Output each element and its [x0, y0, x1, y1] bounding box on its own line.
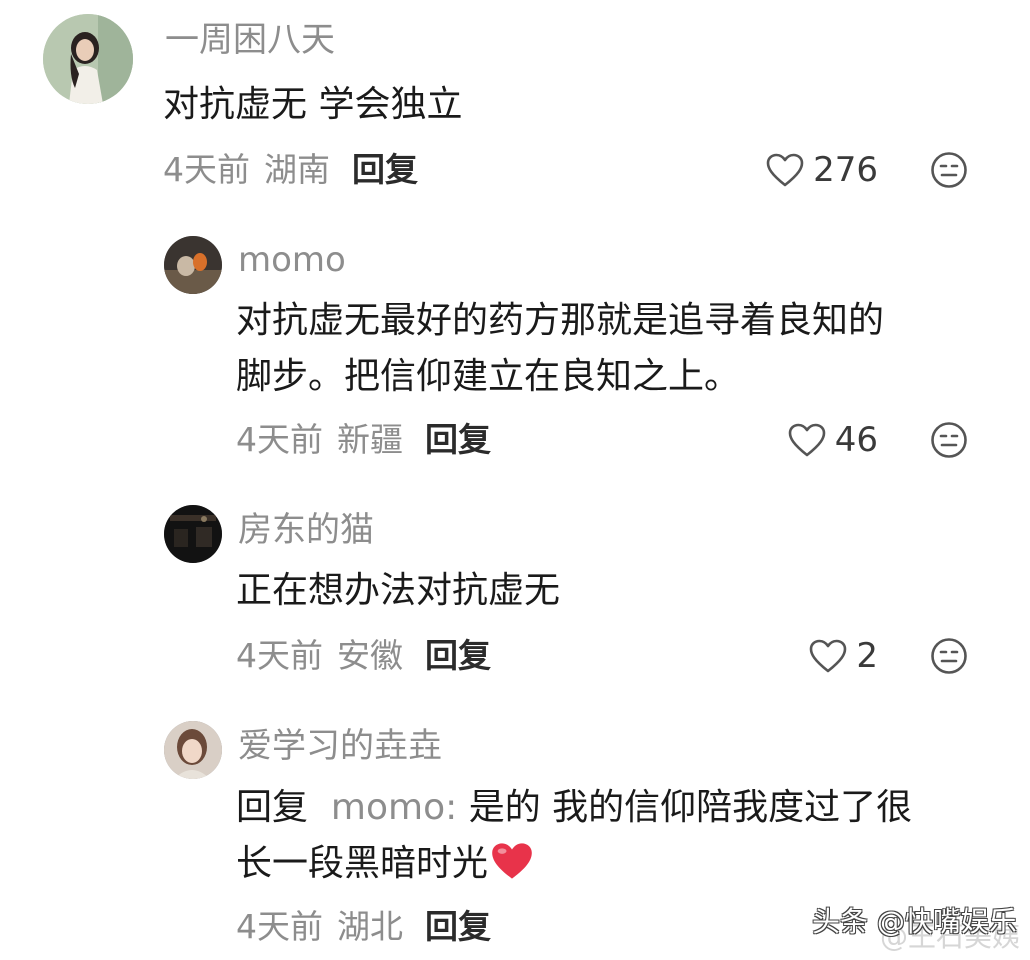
comment-text: 对抗虚无最好的药方那就是追寻着良知的 脚步。把信仰建立在良知之上。: [236, 293, 884, 405]
toutiao-watermark: 头条 @快嘴娱乐: [812, 905, 1017, 938]
meh-face-icon[interactable]: [930, 637, 968, 675]
like-count: 2: [856, 636, 878, 676]
location: 安徽: [337, 636, 403, 675]
avatar-image: [164, 505, 222, 563]
reply-to-username[interactable]: momo:: [331, 787, 457, 828]
location: 湖北: [337, 907, 403, 946]
comment-meta: 4天前 湖南 回复: [163, 150, 418, 190]
comment-text-segment: 长一段黑暗时光: [236, 843, 489, 884]
comment-text-line: 回复 momo: 是的 我的信仰陪我度过了很: [236, 780, 912, 836]
meh-face-icon[interactable]: [930, 151, 968, 189]
like-count: 276: [813, 150, 878, 190]
comment-text: 回复 momo: 是的 我的信仰陪我度过了很 长一段黑暗时光: [236, 780, 912, 892]
location: 湖南: [264, 150, 330, 189]
timestamp: 4天前: [236, 420, 323, 459]
heart-outline-icon: [766, 153, 804, 187]
comment-meta: 4天前 安徽 回复: [236, 636, 491, 676]
username[interactable]: 房东的猫: [238, 510, 374, 550]
comment-meta: 4天前 新疆 回复: [236, 420, 491, 460]
timestamp: 4天前: [236, 907, 323, 946]
comment-text-line: 对抗虚无 学会独立: [163, 84, 463, 125]
comment-text-line: 对抗虚无最好的药方那就是追寻着良知的: [236, 300, 885, 341]
like-button[interactable]: 46: [787, 420, 878, 460]
avatar-image: [164, 721, 222, 779]
reply-prefix: 回复: [236, 787, 309, 828]
comment-text: 对抗虚无 学会独立: [163, 77, 462, 133]
red-heart-emoji: [492, 843, 532, 879]
reply-button[interactable]: 回复: [425, 420, 491, 459]
heart-outline-icon: [810, 639, 847, 673]
avatar[interactable]: [164, 505, 222, 563]
comment-text-line: 长一段黑暗时光: [236, 836, 912, 892]
meh-face-icon[interactable]: [930, 421, 968, 459]
heart-outline-icon: [788, 423, 826, 457]
comment-text-segment: 是的 我的信仰陪我度过了很: [468, 787, 913, 828]
timestamp: 4天前: [236, 636, 323, 675]
avatar[interactable]: [164, 236, 222, 294]
username[interactable]: momo: [238, 240, 346, 280]
username[interactable]: 一周困八天: [165, 20, 335, 60]
reply-button[interactable]: 回复: [352, 150, 418, 189]
avatar-image: [43, 14, 133, 104]
avatar-image: [164, 236, 222, 294]
comment-text-line: 脚步。把信仰建立在良知之上。: [236, 356, 741, 397]
comment-text-line: 正在想办法对抗虚无: [236, 570, 561, 611]
reply-button[interactable]: 回复: [425, 636, 491, 675]
timestamp: 4天前: [163, 150, 250, 189]
comment-text: 正在想办法对抗虚无: [236, 563, 560, 619]
reply-button[interactable]: 回复: [425, 907, 491, 946]
comment-meta: 4天前 湖北 回复: [236, 907, 491, 947]
username[interactable]: 爱学习的垚垚: [238, 726, 442, 766]
avatar[interactable]: [43, 14, 133, 104]
like-count: 46: [834, 420, 878, 460]
location: 新疆: [337, 420, 403, 459]
like-button[interactable]: 2: [808, 636, 878, 676]
like-button[interactable]: 276: [765, 150, 878, 190]
avatar[interactable]: [164, 721, 222, 779]
